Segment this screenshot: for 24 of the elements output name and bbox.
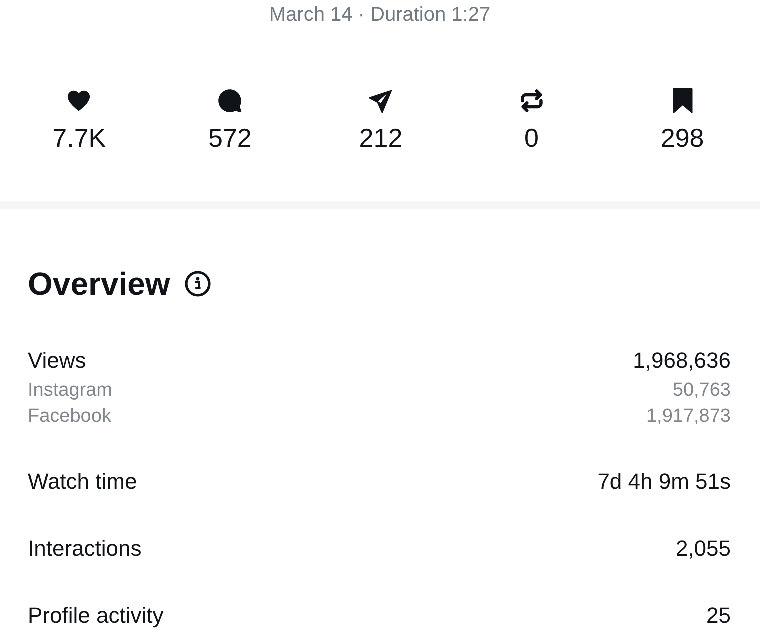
source-label: Instagram: [28, 379, 112, 403]
heart-icon: [66, 88, 92, 114]
stat-count: 0: [524, 122, 540, 154]
source-value: 50,763: [672, 379, 731, 403]
source-value: 1,917,873: [646, 405, 731, 429]
metric-label: Interactions: [28, 535, 142, 563]
metric-label: Views: [28, 347, 86, 375]
metric-label: Watch time: [28, 468, 138, 496]
metric-value: 25: [706, 602, 731, 630]
metric-value: 2,055: [676, 535, 731, 563]
date-duration-text: March 14 · Duration 1:27: [269, 4, 491, 26]
stat-count: 572: [208, 122, 252, 154]
repost-arrows-icon: [518, 88, 545, 114]
stat-count: 7.7K: [52, 122, 106, 154]
speech-bubble-icon: [217, 88, 244, 114]
stat-count: 212: [359, 122, 403, 154]
metric-value: 1,968,636: [633, 347, 731, 375]
source-label: Facebook: [28, 405, 112, 429]
metric-value: 7d 4h 9m 51s: [598, 468, 731, 496]
section-title: Overview: [28, 265, 170, 304]
stat-count: 298: [660, 122, 704, 154]
info-icon[interactable]: [185, 271, 212, 297]
metric-label: Profile activity: [28, 602, 164, 630]
paper-plane-icon: [368, 88, 394, 114]
